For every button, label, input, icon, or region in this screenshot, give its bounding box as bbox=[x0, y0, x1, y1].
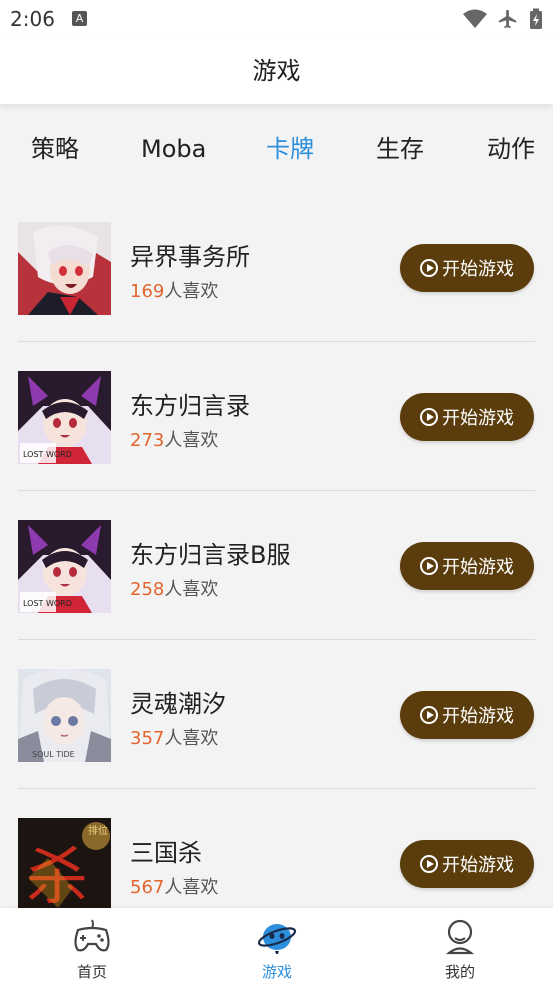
play-circle-icon bbox=[420, 557, 438, 575]
start-game-button[interactable]: 开始游戏 bbox=[400, 393, 534, 441]
game-planet-icon bbox=[257, 924, 297, 954]
game-thumbnail: SOUL TIDE bbox=[18, 669, 111, 762]
play-circle-icon bbox=[420, 855, 438, 873]
likes-suffix: 人喜欢 bbox=[164, 728, 219, 749]
game-row[interactable]: 异界事务所 169人喜欢 开始游戏 bbox=[0, 193, 553, 342]
likes-number: 273 bbox=[130, 430, 165, 451]
lost-word-logo-text: LOST WORD bbox=[23, 450, 72, 459]
likes-number: 567 bbox=[130, 877, 165, 898]
game-name: 异界事务所 bbox=[130, 243, 250, 271]
game-thumbnail: LOST WORD bbox=[18, 371, 111, 464]
start-game-label: 开始游戏 bbox=[442, 706, 514, 727]
likes-number: 169 bbox=[130, 281, 165, 302]
start-game-label: 开始游戏 bbox=[442, 557, 514, 578]
tab-action[interactable]: 动作 bbox=[487, 118, 535, 180]
start-game-label: 开始游戏 bbox=[442, 855, 514, 876]
likes-count: 169人喜欢 bbox=[130, 277, 218, 303]
category-tabs: 策略 Moba 卡牌 生存 动作 bbox=[0, 118, 553, 180]
notification-a-icon: A bbox=[72, 11, 87, 26]
likes-count: 567人喜欢 bbox=[130, 873, 218, 899]
likes-count: 357人喜欢 bbox=[130, 724, 218, 750]
start-game-button[interactable]: 开始游戏 bbox=[400, 542, 534, 590]
gamepad-icon bbox=[74, 919, 110, 952]
likes-number: 258 bbox=[130, 579, 165, 600]
likes-suffix: 人喜欢 bbox=[164, 430, 219, 451]
lost-word-logo-text: LOST WORD bbox=[23, 599, 72, 608]
rank-badge-text: 排位 bbox=[88, 824, 108, 837]
game-name: 东方归言录B服 bbox=[130, 541, 291, 569]
tab-strategy[interactable]: 策略 bbox=[31, 118, 79, 180]
wifi-icon bbox=[463, 9, 487, 28]
user-profile-icon bbox=[445, 919, 475, 955]
nav-games[interactable]: 游戏 bbox=[217, 908, 337, 984]
game-art-image: 排位 杀 bbox=[18, 818, 111, 911]
likes-suffix: 人喜欢 bbox=[164, 579, 219, 600]
nav-profile[interactable]: 我的 bbox=[400, 908, 520, 984]
likes-count: 273人喜欢 bbox=[130, 426, 218, 452]
start-game-button[interactable]: 开始游戏 bbox=[400, 840, 534, 888]
game-row[interactable]: LOST WORD 东方归言录 273人喜欢 开始游戏 bbox=[0, 342, 553, 491]
game-row[interactable]: LOST WORD 东方归言录B服 258人喜欢 开始游戏 bbox=[0, 491, 553, 640]
likes-suffix: 人喜欢 bbox=[164, 877, 219, 898]
status-icons bbox=[463, 8, 543, 30]
start-game-label: 开始游戏 bbox=[442, 259, 514, 280]
tab-moba[interactable]: Moba bbox=[141, 118, 206, 180]
bottom-navigation: 首页 游戏 我的 bbox=[0, 908, 553, 984]
page-title: 游戏 bbox=[252, 57, 301, 85]
nav-home[interactable]: 首页 bbox=[32, 908, 152, 984]
soul-tide-logo-text: SOUL TIDE bbox=[32, 750, 75, 759]
game-art-image: LOST WORD bbox=[18, 371, 111, 464]
nav-games-label: 游戏 bbox=[261, 963, 292, 981]
play-circle-icon bbox=[420, 706, 438, 724]
game-row[interactable]: SOUL TIDE 灵魂潮汐 357人喜欢 开始游戏 bbox=[0, 640, 553, 789]
nav-profile-label: 我的 bbox=[444, 963, 475, 981]
game-name: 灵魂潮汐 bbox=[130, 690, 226, 718]
game-thumbnail: LOST WORD bbox=[18, 520, 111, 613]
start-game-button[interactable]: 开始游戏 bbox=[400, 244, 534, 292]
game-art-image: SOUL TIDE bbox=[18, 669, 111, 762]
game-name: 三国杀 bbox=[130, 839, 202, 867]
status-bar: 2:06 A bbox=[0, 0, 553, 38]
game-thumbnail: 排位 杀 bbox=[18, 818, 111, 911]
nav-home-label: 首页 bbox=[76, 963, 107, 981]
battery-charging-icon bbox=[530, 8, 542, 29]
game-art-image bbox=[18, 222, 111, 315]
start-game-label: 开始游戏 bbox=[442, 408, 514, 429]
play-circle-icon bbox=[420, 408, 438, 426]
tab-card[interactable]: 卡牌 bbox=[266, 118, 314, 180]
status-time: 2:06 bbox=[10, 7, 55, 31]
airplane-icon bbox=[498, 9, 517, 29]
likes-count: 258人喜欢 bbox=[130, 575, 218, 601]
likes-suffix: 人喜欢 bbox=[164, 281, 219, 302]
title-bar: 游戏 bbox=[0, 38, 553, 104]
tab-survival[interactable]: 生存 bbox=[376, 118, 424, 180]
start-game-button[interactable]: 开始游戏 bbox=[400, 691, 534, 739]
likes-number: 357 bbox=[130, 728, 165, 749]
game-art-image: LOST WORD bbox=[18, 520, 111, 613]
game-name: 东方归言录 bbox=[130, 392, 250, 420]
play-circle-icon bbox=[420, 259, 438, 277]
game-thumbnail bbox=[18, 222, 111, 315]
